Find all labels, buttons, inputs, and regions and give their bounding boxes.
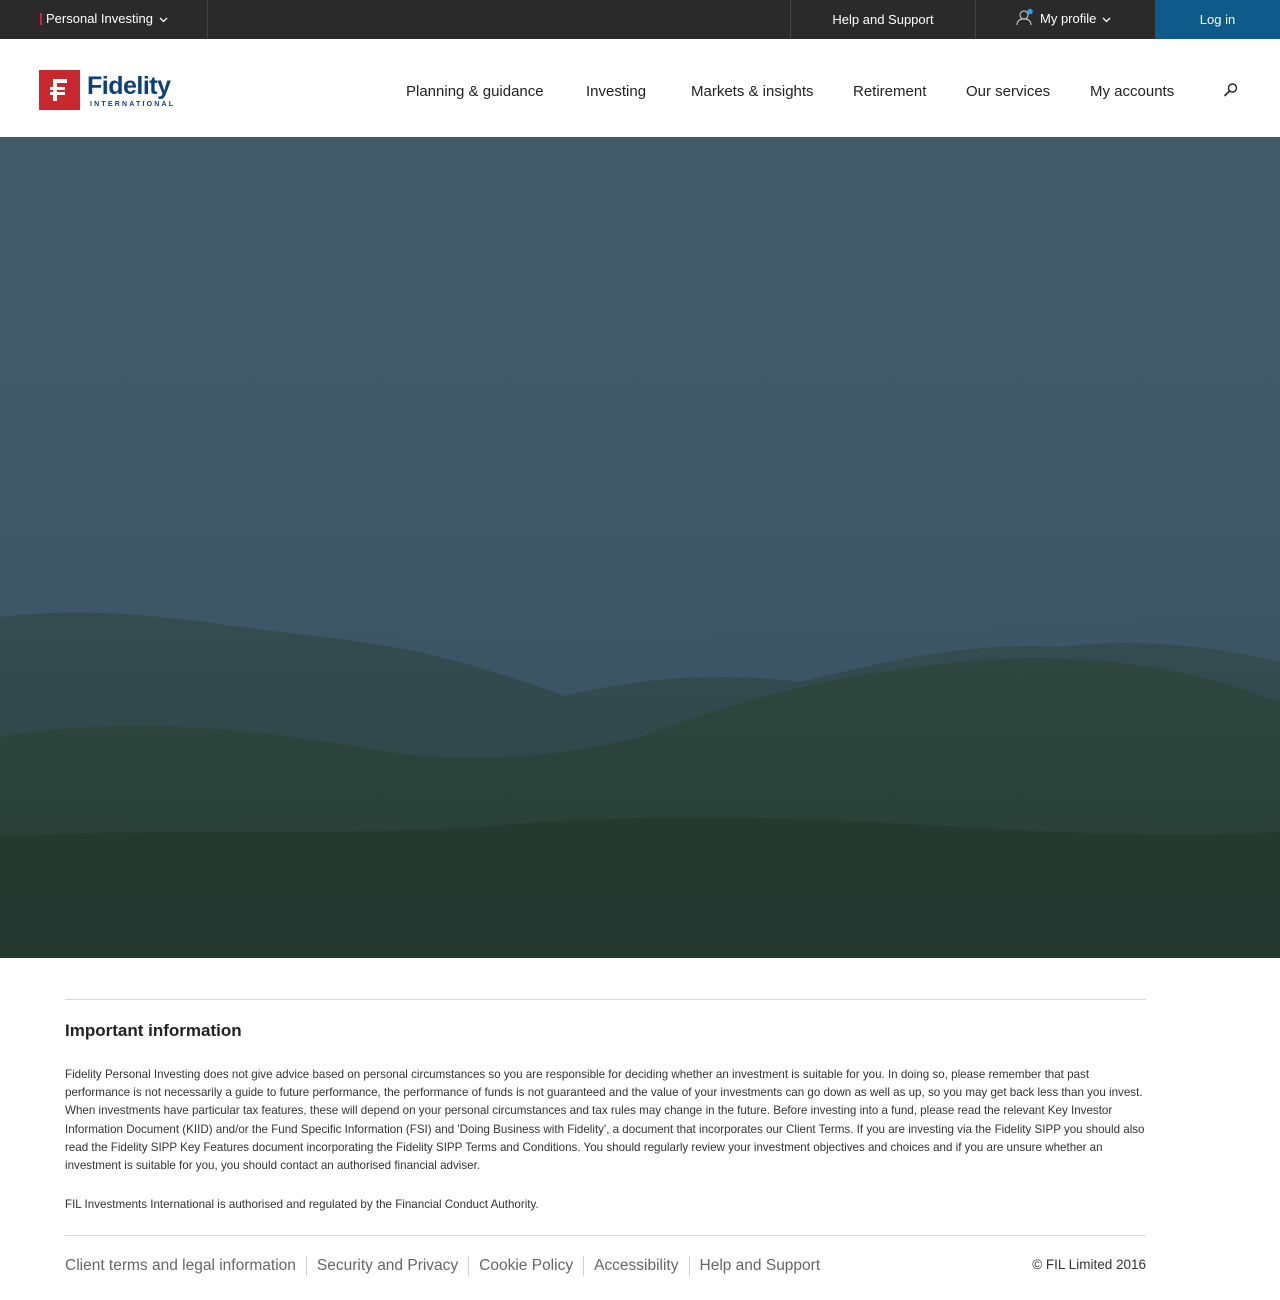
red-marker xyxy=(40,13,42,25)
login-button[interactable]: Log in xyxy=(1155,0,1280,39)
nav-our-services[interactable]: Our services xyxy=(966,83,1050,100)
search-icon[interactable] xyxy=(1223,82,1239,98)
main-header: Fidelity INTERNATIONAL Planning & guidan… xyxy=(0,39,1280,137)
footer-link-accessibility[interactable]: Accessibility xyxy=(583,1256,688,1276)
help-support-link[interactable]: Help and Support xyxy=(790,0,976,39)
copyright-notice: © FIL Limited 2016 xyxy=(1032,1257,1146,1272)
nav-my-accounts[interactable]: My accounts xyxy=(1090,83,1174,100)
personal-investing-menu[interactable]: Personal Investing xyxy=(0,0,208,39)
fidelity-logo[interactable]: Fidelity INTERNATIONAL xyxy=(39,70,179,110)
section-divider xyxy=(65,999,1146,1000)
my-profile-label: My profile xyxy=(1040,11,1097,26)
login-label: Log in xyxy=(1199,12,1236,27)
chevron-down-icon xyxy=(1102,17,1111,22)
logo-subtitle: INTERNATIONAL xyxy=(90,101,176,108)
footer-link-help-support[interactable]: Help and Support xyxy=(688,1256,831,1276)
footer-link-security-privacy[interactable]: Security and Privacy xyxy=(305,1256,468,1276)
chevron-down-icon xyxy=(159,17,168,22)
footer-links: Client terms and legal information Secur… xyxy=(65,1256,830,1276)
logo-f-glyph xyxy=(50,79,67,101)
important-information-heading: Important information xyxy=(65,1021,242,1040)
important-information-text: Fidelity Personal Investing does not giv… xyxy=(65,1068,1145,1173)
logo-mark xyxy=(39,70,80,110)
nav-markets-insights[interactable]: Markets & insights xyxy=(691,83,814,100)
my-profile-menu[interactable]: My profile xyxy=(976,0,1155,39)
utility-bar: Personal Investing Help and Support My p… xyxy=(0,0,1280,39)
help-support-label: Help and Support xyxy=(832,12,934,27)
nav-investing[interactable]: Investing xyxy=(586,83,646,100)
nav-planning-guidance[interactable]: Planning & guidance xyxy=(406,83,544,100)
mountain-landscape-illustration xyxy=(0,612,1280,958)
user-profile-icon xyxy=(1016,8,1033,26)
footer-link-client-terms[interactable]: Client terms and legal information xyxy=(65,1256,306,1276)
personal-investing-label: Personal Investing xyxy=(46,11,153,26)
nav-retirement[interactable]: Retirement xyxy=(853,83,926,100)
regulation-statement: FIL Investments International is authori… xyxy=(65,1198,539,1211)
footer-link-cookie-policy[interactable]: Cookie Policy xyxy=(468,1256,583,1276)
logo-wordmark: Fidelity xyxy=(87,72,171,100)
footer-divider xyxy=(65,1235,1146,1236)
hero-banner-image xyxy=(0,137,1280,958)
